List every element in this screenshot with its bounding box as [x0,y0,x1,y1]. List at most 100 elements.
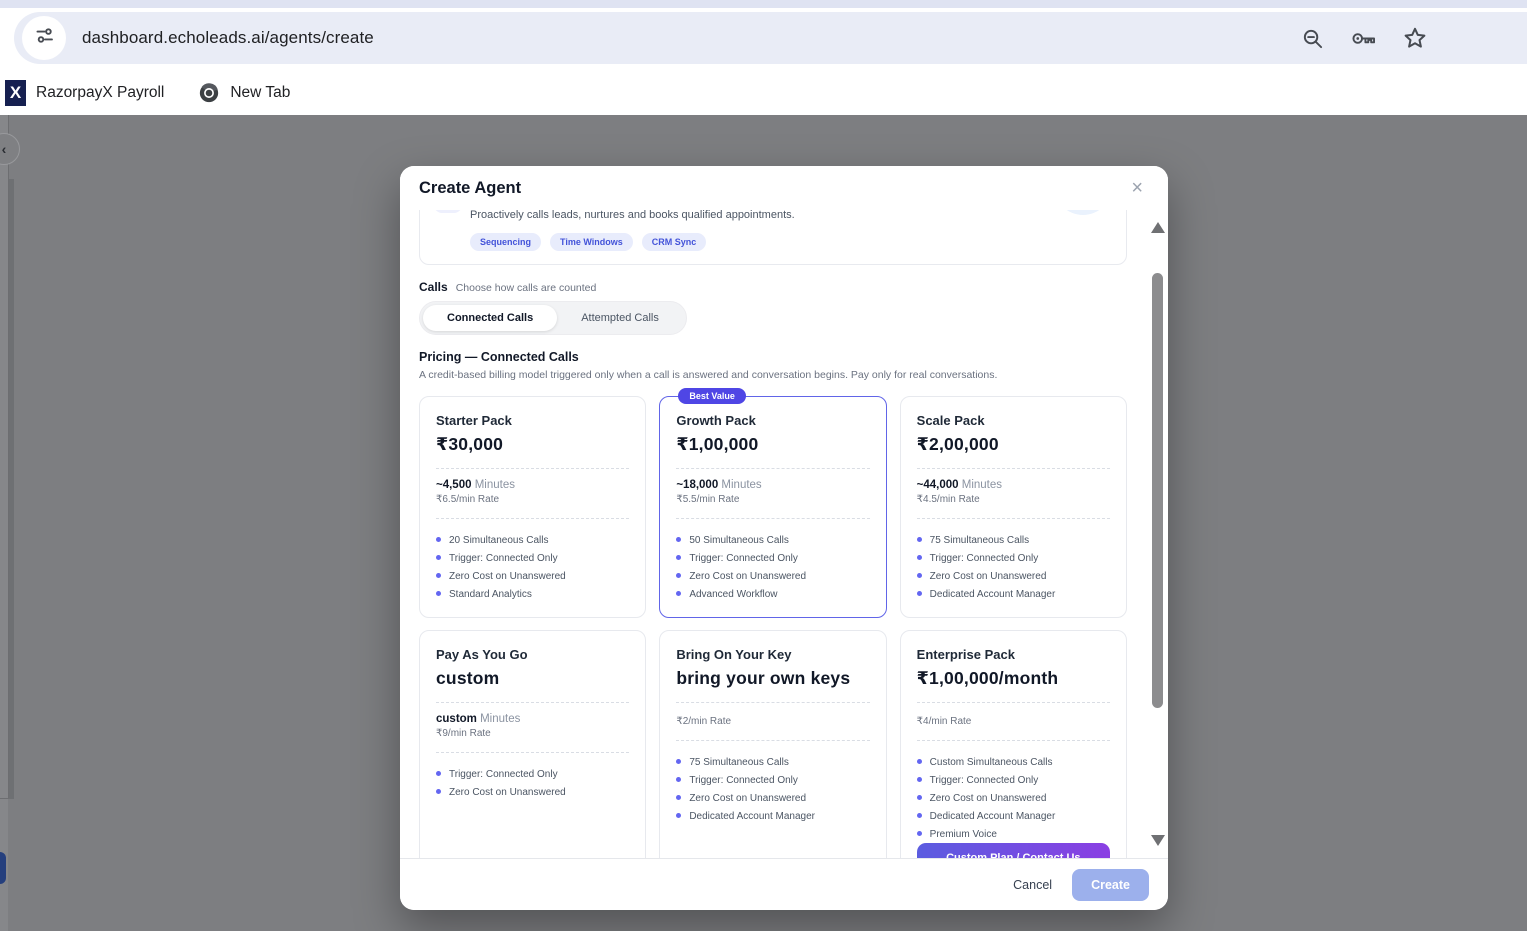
plan-rate: ₹9/min Rate [436,728,629,739]
dashed-divider [917,702,1110,703]
url-text[interactable]: dashboard.echoleads.ai/agents/create [82,28,374,48]
plan-card[interactable]: Bring On Your Keybring your own keys₹2/m… [659,630,886,858]
agent-type-tags: SequencingTime WindowsCRM Sync [470,233,1112,251]
dashed-divider [676,468,869,469]
bullet-dot-icon [676,591,681,596]
plan-price: ₹1,00,000 [676,434,869,455]
plan-price: ₹2,00,000 [917,434,1110,455]
plan-feature: Standard Analytics [436,585,629,603]
razorpayx-favicon-icon: X [5,80,26,106]
dashed-divider [676,702,869,703]
site-settings-button[interactable] [22,16,66,60]
bullet-dot-icon [436,555,441,560]
plan-minutes: ~4,500 Minutes [436,479,629,491]
dimmed-divider [0,798,9,799]
plan-feature: Dedicated Account Manager [917,807,1110,825]
bullet-dot-icon [676,759,681,764]
bullet-dot-icon [917,813,922,818]
plan-feature: Trigger: Connected Only [436,549,629,567]
plan-feature: Zero Cost on Unanswered [917,789,1110,807]
bullet-dot-icon [917,795,922,800]
plan-feature-list: 75 Simultaneous CallsTrigger: Connected … [676,753,869,825]
plan-card[interactable]: Pay As You Gocustomcustom Minutes₹9/min … [419,630,646,858]
dimmed-page-scrollbar [9,179,14,799]
bullet-dot-icon [917,759,922,764]
plan-feature: Zero Cost on Unanswered [436,783,629,801]
bookmark-razorpayx[interactable]: X RazorpayX Payroll [0,76,172,110]
plan-name: Pay As You Go [436,647,629,662]
bullet-dot-icon [917,831,922,836]
chevron-left-icon: ‹ [2,141,7,157]
dashed-divider [676,518,869,519]
bullet-dot-icon [917,777,922,782]
dimmed-sidebar-edge [0,115,8,931]
plan-name: Scale Pack [917,413,1110,428]
close-icon[interactable]: × [1125,176,1149,200]
modal-footer: Cancel Create [400,858,1168,910]
dashed-divider [917,740,1110,741]
cancel-button[interactable]: Cancel [1013,878,1052,892]
plan-name: Growth Pack [676,413,869,428]
chromium-icon [198,82,220,104]
star-icon[interactable] [1403,26,1427,50]
bullet-dot-icon [436,789,441,794]
pricing-description: A credit-based billing model triggered o… [419,369,1127,381]
key-icon[interactable] [1350,27,1377,50]
plan-card[interactable]: Best ValueGrowth Pack₹1,00,000~18,000 Mi… [659,396,886,618]
browser-tab-strip [0,0,1527,8]
plan-minutes: ~18,000 Minutes [676,479,869,491]
modal-header: Create Agent × [400,166,1168,210]
plan-feature: Zero Cost on Unanswered [676,789,869,807]
calls-mode-tab[interactable]: Connected Calls [423,305,557,331]
plan-card[interactable]: Enterprise Pack ₹1,00,000/month ₹4/min Rat… [900,630,1127,858]
site-settings-icon [34,25,55,51]
modal-title: Create Agent [419,179,521,198]
plan-feature: 20 Simultaneous Calls [436,531,629,549]
create-agent-modal: Create Agent × Outgoing Proactively call… [400,166,1168,910]
agent-type-card-outgoing[interactable]: Outgoing Proactively calls leads, nurtur… [419,210,1127,265]
plan-name: Starter Pack [436,413,629,428]
custom-plan-contact-button[interactable]: Custom Plan / Contact Us [917,843,1110,858]
pricing-heading: Pricing — Connected Calls [419,350,1127,364]
dashed-divider [917,518,1110,519]
zoom-out-icon[interactable] [1301,27,1324,50]
address-bar[interactable]: dashboard.echoleads.ai/agents/create [14,12,1527,64]
plan-rate: ₹4/min Rate [917,716,1110,727]
create-button[interactable]: Create [1072,869,1149,901]
bookmark-new-tab[interactable]: New Tab [190,78,298,108]
dimmed-sidebar-button-fragment [0,852,6,884]
plan-price: ₹1,00,000/month [917,668,1110,689]
dashed-divider [436,518,629,519]
bullet-dot-icon [917,591,922,596]
scrollbar-thumb[interactable] [1152,273,1163,708]
plan-rate: ₹2/min Rate [676,716,869,727]
bookmark-label: New Tab [230,84,290,102]
plan-feature: Zero Cost on Unanswered [676,567,869,585]
plan-feature: Zero Cost on Unanswered [917,567,1110,585]
agent-type-description: Proactively calls leads, nurtures and bo… [470,210,795,221]
plan-feature: Custom Simultaneous Calls [917,753,1110,771]
plan-name: Enterprise Pack [917,647,1110,662]
scroll-down-arrow-icon[interactable] [1151,835,1165,846]
plan-rate: ₹5.5/min Rate [676,494,869,505]
plan-feature: 50 Simultaneous Calls [676,531,869,549]
plan-feature: Dedicated Account Manager [676,807,869,825]
bullet-dot-icon [676,795,681,800]
plan-card[interactable]: Scale Pack₹2,00,000~44,000 Minutes₹4.5/m… [900,396,1127,618]
browser-toolbar: dashboard.echoleads.ai/agents/create [0,8,1527,70]
plan-feature: Zero Cost on Unanswered [436,567,629,585]
scroll-up-arrow-icon[interactable] [1151,222,1165,233]
plan-minutes: ~44,000 Minutes [917,479,1110,491]
plan-feature: Trigger: Connected Only [917,771,1110,789]
calls-mode-tab[interactable]: Attempted Calls [557,305,683,331]
bullet-dot-icon [917,555,922,560]
plan-card[interactable]: Starter Pack₹30,000~4,500 Minutes₹6.5/mi… [419,396,646,618]
bullet-dot-icon [676,777,681,782]
plan-feature: Trigger: Connected Only [676,771,869,789]
bullet-dot-icon [436,771,441,776]
pricing-plans-grid: Starter Pack₹30,000~4,500 Minutes₹6.5/mi… [419,396,1127,858]
plan-price: ₹30,000 [436,434,629,455]
calls-section-hint: Choose how calls are counted [456,282,597,294]
plan-feature: Advanced Workflow [676,585,869,603]
bookmark-label: RazorpayX Payroll [36,84,164,102]
